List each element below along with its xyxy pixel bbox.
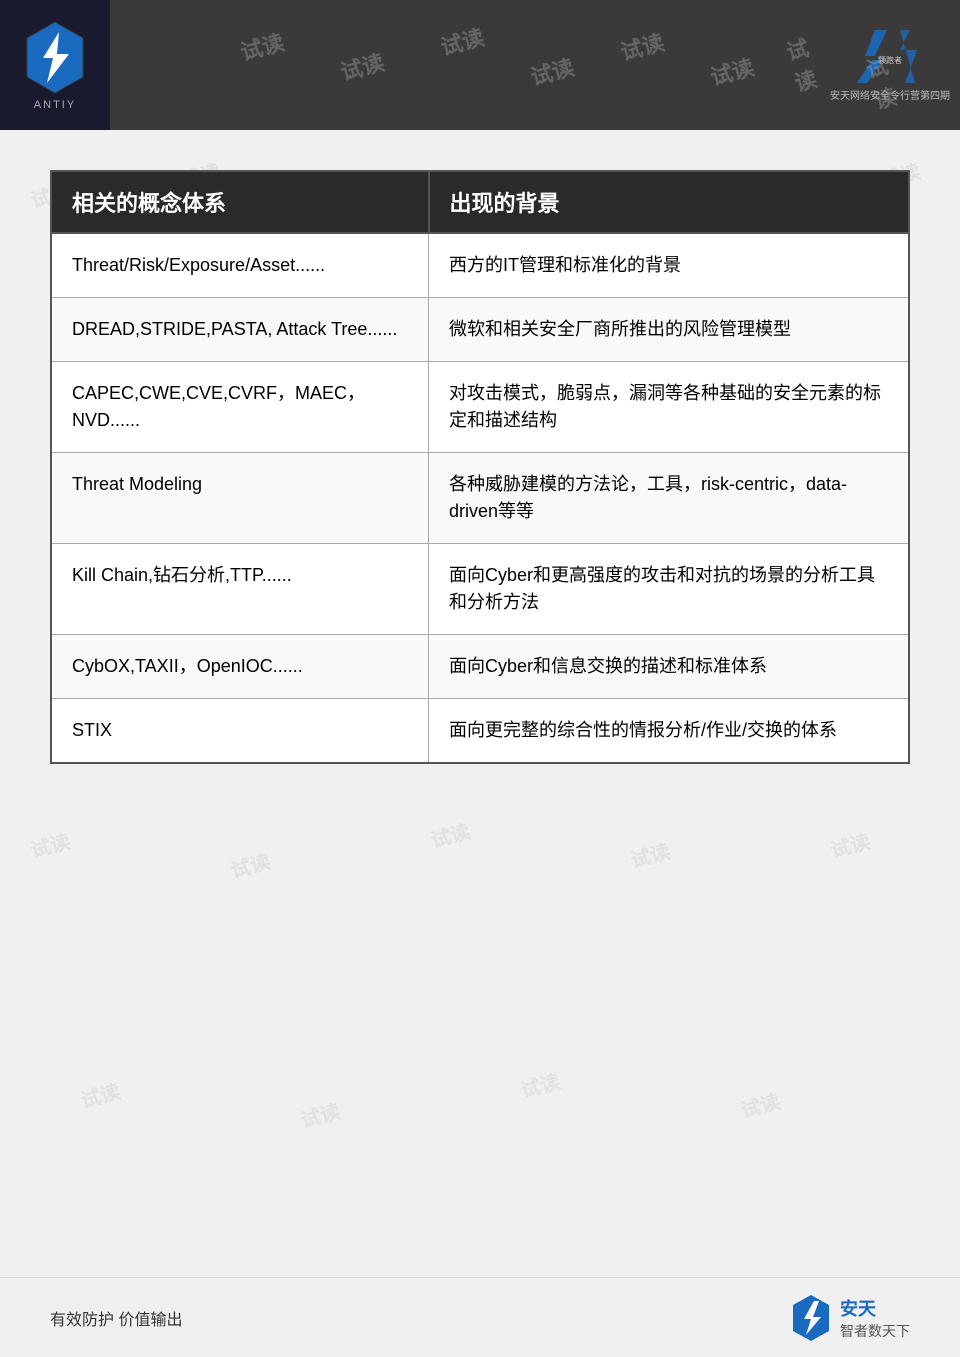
bg-wm-22: 试读 xyxy=(827,825,873,863)
wm7: 试读 xyxy=(782,26,837,98)
header: ANTIY 试读 试读 试读 试读 试读 试读 试读 试读 领跑者 安天网络安全… xyxy=(0,0,960,130)
bg-wm-20: 试读 xyxy=(427,815,473,853)
table-cell-col1: Kill Chain,钻石分析,TTP...... xyxy=(51,544,429,635)
footer-logo-subtext: 智者数天下 xyxy=(840,1321,910,1341)
bg-wm-26: 试读 xyxy=(737,1085,783,1123)
table-cell-col2: 西方的IT管理和标准化的背景 xyxy=(429,233,909,298)
table-row: Kill Chain,钻石分析,TTP......面向Cyber和更高强度的攻击… xyxy=(51,544,909,635)
table-cell-col1: Threat Modeling xyxy=(51,453,429,544)
table-cell-col1: STIX xyxy=(51,699,429,764)
table-row: STIX面向更完整的综合性的情报分析/作业/交换的体系 xyxy=(51,699,909,764)
bg-wm-25: 试读 xyxy=(517,1065,563,1103)
bg-wm-18: 试读 xyxy=(27,825,73,863)
table-cell-col2: 面向Cyber和信息交换的描述和标准体系 xyxy=(429,635,909,699)
table-row: DREAD,STRIDE,PASTA, Attack Tree......微软和… xyxy=(51,298,909,362)
wm2: 试读 xyxy=(337,45,388,87)
col1-header: 相关的概念体系 xyxy=(51,171,429,233)
concepts-table: 相关的概念体系 出现的背景 Threat/Risk/Exposure/Asset… xyxy=(50,170,910,764)
table-row: CAPEC,CWE,CVE,CVRF，MAEC，NVD......对攻击模式，脆… xyxy=(51,362,909,453)
footer-logo-text: 安天 xyxy=(840,1295,910,1321)
table-row: Threat Modeling各种威胁建模的方法论，工具，risk-centri… xyxy=(51,453,909,544)
table-cell-col2: 各种威胁建模的方法论，工具，risk-centric，data-driven等等 xyxy=(429,453,909,544)
table-cell-col1: Threat/Risk/Exposure/Asset...... xyxy=(51,233,429,298)
antiy-logo-icon xyxy=(23,20,88,95)
col2-header: 出现的背景 xyxy=(429,171,909,233)
table-cell-col1: DREAD,STRIDE,PASTA, Attack Tree...... xyxy=(51,298,429,362)
wm1: 试读 xyxy=(237,25,288,67)
footer: 有效防护 价值输出 安天 智者数天下 xyxy=(0,1277,960,1357)
table-cell-col2: 面向Cyber和更高强度的攻击和对抗的场景的分析工具和分析方法 xyxy=(429,544,909,635)
logo-block: ANTIY xyxy=(0,0,110,130)
main-content: 相关的概念体系 出现的背景 Threat/Risk/Exposure/Asset… xyxy=(0,130,960,794)
table-cell-col2: 面向更完整的综合性的情报分析/作业/交换的体系 xyxy=(429,699,909,764)
footer-tagline: 有效防护 价值输出 xyxy=(50,1306,182,1330)
wm4: 试读 xyxy=(527,50,578,92)
bg-wm-19: 试读 xyxy=(227,845,273,883)
table-cell-col1: CAPEC,CWE,CVE,CVRF，MAEC，NVD...... xyxy=(51,362,429,453)
wm6: 试读 xyxy=(707,50,758,92)
bg-wm-21: 试读 xyxy=(627,835,673,873)
header-watermarks: 试读 试读 试读 试读 试读 试读 试读 试读 xyxy=(110,0,830,130)
wm5: 试读 xyxy=(617,25,668,67)
bg-wm-23: 试读 xyxy=(77,1075,123,1113)
table-cell-col2: 微软和相关安全厂商所推出的风险管理模型 xyxy=(429,298,909,362)
footer-logo-icon xyxy=(789,1293,834,1343)
table-row: CybOX,TAXII，OpenIOC......面向Cyber和信息交换的描述… xyxy=(51,635,909,699)
table-row: Threat/Risk/Exposure/Asset......西方的IT管理和… xyxy=(51,233,909,298)
antiy-text: ANTIY xyxy=(34,99,76,111)
footer-logo: 安天 智者数天下 xyxy=(789,1293,910,1343)
wm3: 试读 xyxy=(437,20,488,62)
table-cell-col2: 对攻击模式，脆弱点，漏洞等各种基础的安全元素的标定和描述结构 xyxy=(429,362,909,453)
bg-wm-24: 试读 xyxy=(297,1095,343,1133)
table-cell-col1: CybOX,TAXII，OpenIOC...... xyxy=(51,635,429,699)
